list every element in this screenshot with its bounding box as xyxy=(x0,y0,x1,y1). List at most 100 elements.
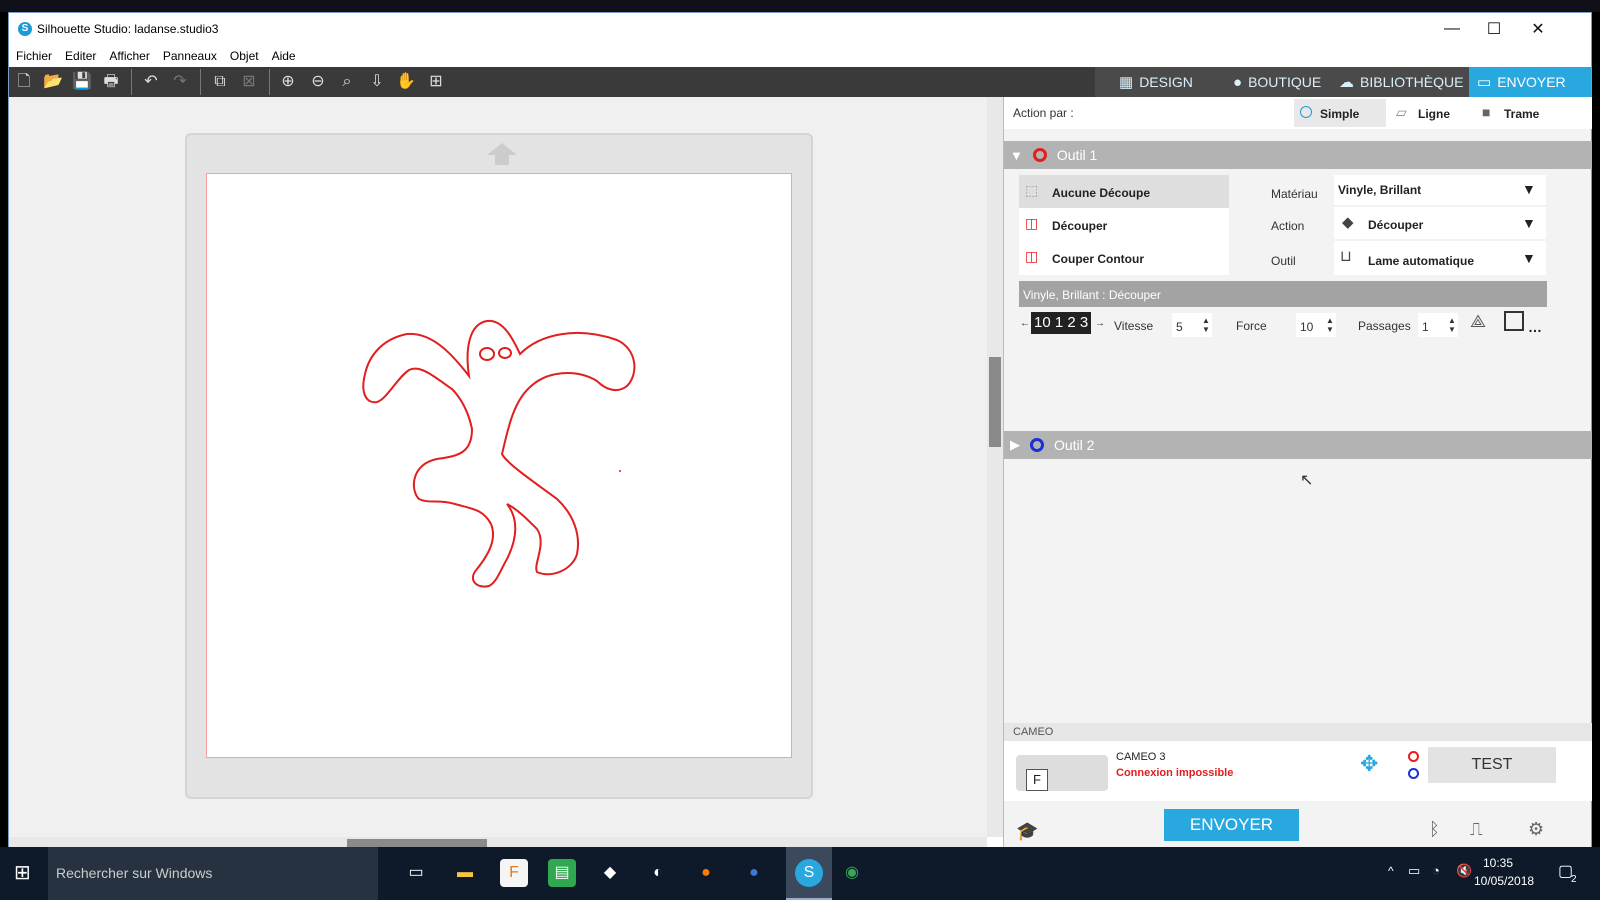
force-input[interactable]: 10 ▲ ▼ xyxy=(1296,313,1336,337)
mode-simple-label: Simple xyxy=(1320,107,1360,121)
option-aucune-decoupe[interactable]: ⬚ Aucune Découpe xyxy=(1019,175,1229,208)
dancer-shape[interactable] xyxy=(207,174,793,759)
materiau-select[interactable]: Vinyle, Brillant ▼ xyxy=(1334,175,1546,205)
machine-card[interactable]: F CAMEO 3 Connexion impossible ✥ TEST xyxy=(1004,741,1592,801)
volume-muted-icon[interactable]: 🔇 xyxy=(1456,863,1472,879)
tool2-header[interactable]: ▶ Outil 2 xyxy=(1004,431,1592,459)
zoom-in-icon[interactable]: ⊕ xyxy=(275,70,301,94)
firefox-icon[interactable]: ● xyxy=(692,859,720,887)
envoyer-button[interactable]: ENVOYER xyxy=(1164,809,1299,841)
maximize-button[interactable]: ☐ xyxy=(1471,13,1517,45)
mode-trame-tab[interactable]: ■ Trame xyxy=(1478,99,1568,127)
tab-envoyer[interactable]: ▭ ENVOYER xyxy=(1469,67,1591,97)
menu-fichier[interactable]: Fichier xyxy=(16,49,52,63)
passages-label: Passages xyxy=(1358,319,1411,333)
menu-aide[interactable]: Aide xyxy=(272,49,296,63)
zoom-out-icon[interactable]: ⊖ xyxy=(305,70,331,94)
machine-section-title: CAMEO xyxy=(1013,726,1054,738)
save-icon[interactable]: 💾 xyxy=(69,70,95,94)
option-decouper[interactable]: ◫ Découper xyxy=(1019,208,1229,241)
arrow-left-icon[interactable]: ← xyxy=(1020,318,1030,329)
menu-panneaux[interactable]: Panneaux xyxy=(163,49,217,63)
cutter-machine-icon[interactable]: ⎍ xyxy=(1470,819,1483,840)
tab-bibliotheque[interactable]: ☁ BIBLIOTHÈQUE xyxy=(1331,67,1471,97)
graduation-cap-icon[interactable]: 🎓 xyxy=(1016,821,1038,842)
cut-options-list: ⬚ Aucune Découpe ◫ Découper ◫ Couper Con… xyxy=(1019,175,1229,275)
clock-time[interactable]: 10:35 xyxy=(1483,856,1513,870)
spinner-down-icon[interactable]: ▼ xyxy=(1326,326,1334,334)
tab-envoyer-label: ENVOYER xyxy=(1497,74,1566,90)
mode-simple-tab[interactable]: Simple xyxy=(1294,99,1386,127)
more-options-icon[interactable]: … xyxy=(1528,319,1542,335)
move-arrows-icon[interactable]: ✥ xyxy=(1360,751,1378,777)
collapse-arrow-icon[interactable]: ▼ xyxy=(1010,148,1023,163)
green-app-icon[interactable]: ▤ xyxy=(548,859,576,887)
close-button[interactable]: ✕ xyxy=(1515,13,1561,45)
action-par-row: Action par : Simple ▱ Ligne ■ Trame xyxy=(1004,97,1592,129)
spinner-up-icon[interactable]: ▲ xyxy=(1448,317,1456,325)
machine-section-header: CAMEO xyxy=(1004,723,1592,741)
tab-design[interactable]: ▦ DESIGN xyxy=(1111,67,1201,97)
vertical-scroll-thumb[interactable] xyxy=(989,357,1001,447)
cutter-icon: ▭ xyxy=(1477,74,1492,91)
arrow-right-icon[interactable]: → xyxy=(1095,318,1105,329)
mode-ligne-tab[interactable]: ▱ Ligne xyxy=(1392,99,1472,127)
silhouette-taskbar-item[interactable]: S xyxy=(786,847,832,900)
spinner-down-icon[interactable]: ▼ xyxy=(1448,326,1456,334)
gear-icon[interactable]: ⚙ xyxy=(1528,819,1544,840)
file-explorer-icon[interactable]: ▬ xyxy=(451,859,479,887)
blade-depth-selector[interactable]: 10 1 2 3 xyxy=(1031,312,1091,334)
machine-status: Connexion impossible xyxy=(1116,767,1234,779)
vitesse-input[interactable]: 5 ▲ ▼ xyxy=(1172,313,1212,337)
spinner-up-icon[interactable]: ▲ xyxy=(1326,317,1334,325)
redo-icon[interactable]: ↷ xyxy=(167,70,193,94)
option-couper-contour[interactable]: ◫ Couper Contour xyxy=(1019,241,1229,274)
dancer-outline xyxy=(362,319,636,588)
spinner-up-icon[interactable]: ▲ xyxy=(1202,317,1210,325)
tray-chevron-icon[interactable]: ^ xyxy=(1388,864,1394,878)
print-icon[interactable]: 🖶 xyxy=(98,70,124,94)
task-view-icon[interactable]: ▭ xyxy=(402,859,430,887)
outil-select[interactable]: ⊔ Lame automatique ▼ xyxy=(1334,241,1546,275)
menu-afficher[interactable]: Afficher xyxy=(109,49,149,63)
test-button[interactable]: TEST xyxy=(1428,747,1556,783)
search-box[interactable]: Rechercher sur Windows xyxy=(48,847,378,900)
menu-editer[interactable]: Editer xyxy=(65,49,96,63)
expand-arrow-icon[interactable]: ▶ xyxy=(1010,437,1020,453)
ungroup-icon[interactable]: ⊠ xyxy=(236,70,262,94)
action-label: Action xyxy=(1271,219,1305,233)
network-icon[interactable]: ▭ xyxy=(1408,863,1420,879)
overcut-icon[interactable]: ⟁ xyxy=(1470,311,1486,332)
blade-icon: ◆ xyxy=(1342,214,1354,231)
tab-boutique[interactable]: ● BOUTIQUE xyxy=(1225,67,1329,97)
clock-date[interactable]: 10/05/2018 xyxy=(1474,874,1534,888)
group-icon[interactable]: ⧉ xyxy=(207,70,233,94)
action-select[interactable]: ◆ Découper ▼ xyxy=(1334,207,1546,239)
bluetooth-icon[interactable]: ᛒ xyxy=(1429,819,1440,840)
tool1-circle-icon xyxy=(1032,148,1047,162)
wifi-icon[interactable]: ◔ xyxy=(1432,863,1440,878)
tool1-header[interactable]: ▼ Outil 1 xyxy=(1004,141,1592,169)
chrome-icon[interactable]: ◉ xyxy=(838,859,866,887)
windows-start-icon[interactable]: ⊞ xyxy=(14,860,31,885)
new-file-icon[interactable]: 🗋 xyxy=(11,70,37,94)
passages-input[interactable]: 1 ▲ ▼ xyxy=(1418,313,1458,337)
move-icon[interactable]: ⇩ xyxy=(364,70,390,94)
spinner-down-icon[interactable]: ▼ xyxy=(1202,326,1210,334)
zoom-fit-icon[interactable]: ⌕ xyxy=(334,70,360,94)
tab-bibliotheque-label: BIBLIOTHÈQUE xyxy=(1360,74,1464,90)
thunderbird-icon[interactable]: ● xyxy=(740,859,768,887)
line-segment-overcut-icon[interactable] xyxy=(1504,311,1524,331)
page-area[interactable] xyxy=(206,173,792,758)
inkscape-icon[interactable]: ◆ xyxy=(596,859,624,887)
font-app-icon[interactable]: F xyxy=(500,859,528,887)
undo-icon[interactable]: ↶ xyxy=(138,70,164,94)
pan-icon[interactable]: ✋ xyxy=(393,70,419,94)
vertical-scrollbar[interactable] xyxy=(987,97,1003,837)
minimize-button[interactable]: — xyxy=(1429,13,1475,45)
gimp-icon[interactable]: ◐ xyxy=(644,859,672,887)
menu-objet[interactable]: Objet xyxy=(230,49,259,63)
add-page-icon[interactable]: ⊞ xyxy=(423,70,449,94)
fill-icon: ■ xyxy=(1482,104,1491,120)
open-folder-icon[interactable]: 📂 xyxy=(40,70,66,94)
